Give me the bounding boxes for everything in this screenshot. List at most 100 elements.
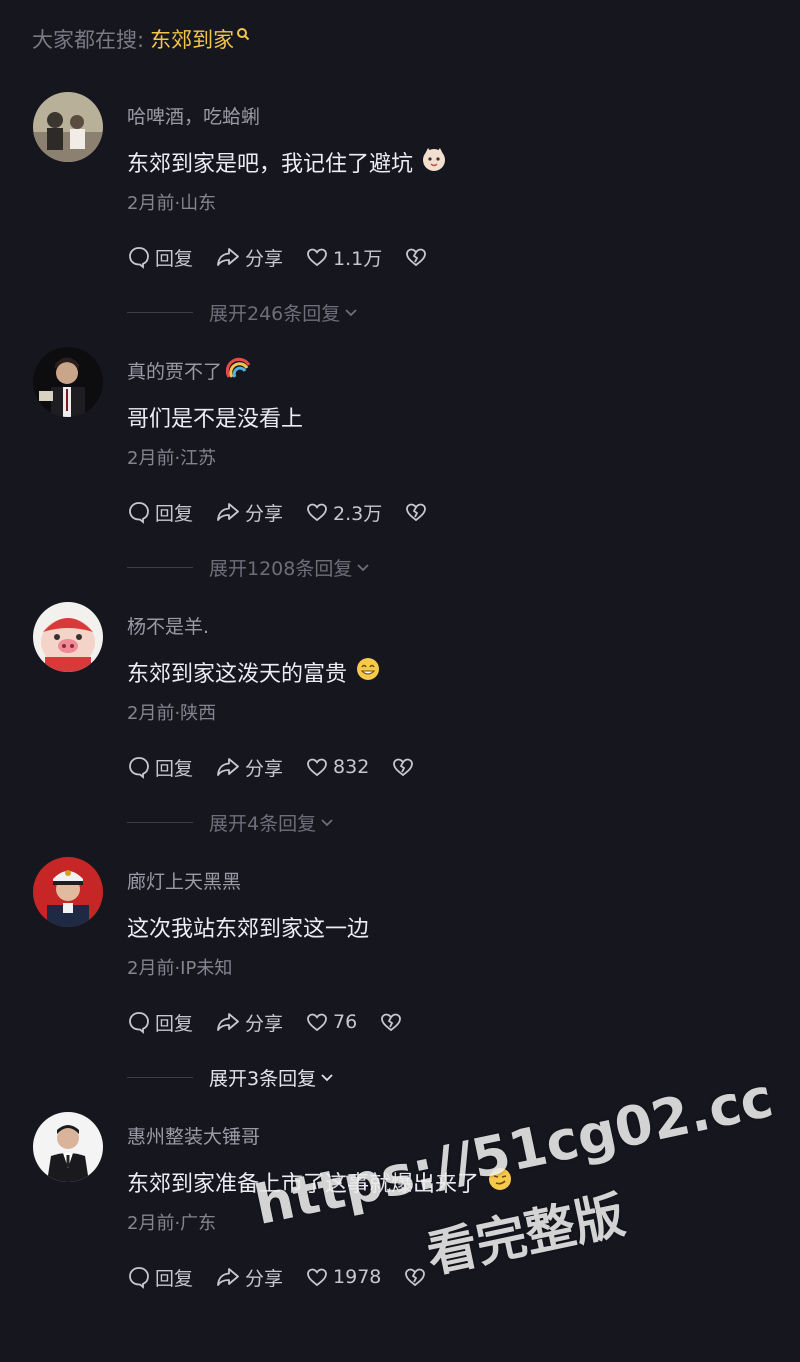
share-button[interactable]: 分享 bbox=[215, 1264, 283, 1291]
reply-button[interactable]: 回复 bbox=[127, 1264, 193, 1291]
broken-heart-icon bbox=[406, 248, 427, 267]
broken-heart-icon bbox=[381, 1013, 402, 1032]
comment-item: 哈啤酒，吃蛤蜊 东郊到家是吧，我记住了避坑 2月前·山东 回复 分享 1.1万 … bbox=[0, 92, 800, 342]
reply-button[interactable]: 回复 bbox=[127, 1009, 193, 1036]
expand-replies-button[interactable]: 展开1208条回复 bbox=[127, 553, 370, 581]
expand-replies-button[interactable]: 展开246条回复 bbox=[127, 298, 358, 326]
heart-icon bbox=[307, 1268, 327, 1287]
broken-heart-icon bbox=[406, 503, 427, 522]
share-icon bbox=[217, 1268, 239, 1286]
comment-actions: 回复 分享 76 bbox=[127, 1005, 429, 1039]
share-button[interactable]: 分享 bbox=[215, 1009, 283, 1036]
reply-button[interactable]: 回复 bbox=[127, 244, 193, 271]
share-icon bbox=[217, 1013, 239, 1031]
comment-meta: 2月前·陕西 bbox=[127, 703, 217, 724]
chevron-down-icon bbox=[357, 564, 369, 572]
like-button[interactable]: 76 bbox=[305, 1010, 357, 1034]
chevron-down-icon bbox=[321, 1074, 333, 1082]
comment-text-body: 这次我站东郊到家这一边 bbox=[127, 917, 370, 942]
comment-item: 杨不是羊. 东郊到家这泼天的富贵 2月前·陕西 回复 分享 832 展开4条回复 bbox=[0, 602, 800, 852]
reply-button[interactable]: 回复 bbox=[127, 499, 193, 526]
dislike-button[interactable] bbox=[404, 500, 432, 524]
avatar[interactable] bbox=[33, 1112, 103, 1182]
comment-meta: 2月前·广东 bbox=[127, 1213, 217, 1234]
share-icon bbox=[217, 758, 239, 776]
share-icon bbox=[217, 248, 239, 266]
comment-actions: 回复 分享 1.1万 bbox=[127, 240, 454, 274]
rainbow-emoji bbox=[225, 357, 252, 384]
dislike-button[interactable] bbox=[403, 1265, 431, 1289]
comment-item: 真的贾不了 哥们是不是没看上 2月前·江苏 回复 分享 2.3万 展开1208条… bbox=[0, 347, 800, 597]
heart-icon bbox=[307, 1013, 327, 1032]
search-hint-prefix: 大家都在搜: bbox=[32, 28, 145, 52]
share-label: 分享 bbox=[245, 502, 284, 525]
comment-username[interactable]: 杨不是羊. bbox=[127, 612, 209, 639]
expand-label: 展开246条回复 bbox=[209, 302, 341, 325]
like-button[interactable]: 832 bbox=[305, 755, 369, 779]
comment-item: 廊灯上天黑黑 这次我站东郊到家这一边 2月前·IP未知 回复 分享 76 展开3… bbox=[0, 857, 800, 1107]
expand-label: 展开4条回复 bbox=[209, 812, 317, 835]
comment-meta: 2月前·IP未知 bbox=[127, 958, 233, 979]
comment-username[interactable]: 惠州整装大锤哥 bbox=[127, 1122, 260, 1149]
reply-icon bbox=[129, 1012, 149, 1034]
comment-text: 东郊到家是吧，我记住了避坑 bbox=[127, 146, 447, 178]
divider bbox=[127, 821, 193, 823]
dislike-button[interactable] bbox=[391, 755, 419, 779]
comment-text-body: 东郊到家这泼天的富贵 bbox=[127, 662, 348, 687]
reply-label: 回复 bbox=[155, 1012, 194, 1035]
like-button[interactable]: 1.1万 bbox=[305, 244, 382, 271]
like-count: 832 bbox=[333, 756, 370, 778]
search-hint[interactable]: 大家都在搜: 东郊到家 bbox=[32, 22, 250, 56]
heart-icon bbox=[307, 248, 327, 267]
expand-label: 展开3条回复 bbox=[209, 1067, 317, 1090]
username-text: 真的贾不了 bbox=[127, 361, 223, 383]
share-icon bbox=[217, 503, 239, 521]
avatar[interactable] bbox=[33, 92, 103, 162]
heart-icon bbox=[307, 758, 327, 777]
reply-icon bbox=[129, 757, 149, 779]
comment-text-body: 哥们是不是没看上 bbox=[127, 407, 304, 432]
like-count: 76 bbox=[333, 1011, 358, 1033]
like-button[interactable]: 1978 bbox=[305, 1265, 381, 1289]
share-label: 分享 bbox=[245, 757, 284, 780]
divider bbox=[127, 311, 193, 313]
share-label: 分享 bbox=[245, 1012, 284, 1035]
divider bbox=[127, 566, 193, 568]
comment-username[interactable]: 真的贾不了 bbox=[127, 357, 252, 384]
comment-actions: 回复 分享 1978 bbox=[127, 1260, 453, 1294]
share-button[interactable]: 分享 bbox=[215, 244, 283, 271]
reply-icon bbox=[129, 1267, 149, 1289]
comment-actions: 回复 分享 832 bbox=[127, 750, 441, 784]
heart-icon bbox=[307, 503, 327, 522]
comment-text-body: 东郊到家是吧，我记住了避坑 bbox=[127, 152, 414, 177]
reply-label: 回复 bbox=[155, 757, 194, 780]
expand-replies-button[interactable]: 展开4条回复 bbox=[127, 808, 334, 836]
avatar[interactable] bbox=[33, 602, 103, 672]
comment-username[interactable]: 廊灯上天黑黑 bbox=[127, 867, 241, 894]
search-keyword[interactable]: 东郊到家 bbox=[150, 24, 234, 54]
cat-face-emoji bbox=[421, 146, 447, 178]
expand-replies-button[interactable]: 展开3条回复 bbox=[127, 1063, 334, 1091]
reply-button[interactable]: 回复 bbox=[127, 754, 193, 781]
dislike-button[interactable] bbox=[404, 245, 432, 269]
avatar[interactable] bbox=[33, 857, 103, 927]
like-button[interactable]: 2.3万 bbox=[305, 499, 382, 526]
grin-emoji bbox=[355, 656, 381, 688]
chevron-down-icon bbox=[345, 309, 357, 317]
broken-heart-icon bbox=[393, 758, 414, 777]
reply-label: 回复 bbox=[155, 502, 194, 525]
comment-actions: 回复 分享 2.3万 bbox=[127, 495, 454, 529]
share-button[interactable]: 分享 bbox=[215, 754, 283, 781]
comment-meta: 2月前·山东 bbox=[127, 193, 217, 214]
comment-meta: 2月前·江苏 bbox=[127, 448, 217, 469]
expand-label: 展开1208条回复 bbox=[209, 557, 353, 580]
comment-text: 哥们是不是没看上 bbox=[127, 401, 303, 433]
chevron-down-icon bbox=[321, 819, 333, 827]
search-icon[interactable] bbox=[236, 22, 250, 46]
share-button[interactable]: 分享 bbox=[215, 499, 283, 526]
dislike-button[interactable] bbox=[379, 1010, 407, 1034]
comment-username[interactable]: 哈啤酒，吃蛤蜊 bbox=[127, 102, 260, 129]
like-count: 1978 bbox=[333, 1266, 382, 1288]
avatar[interactable] bbox=[33, 347, 103, 417]
comment-text: 东郊到家这泼天的富贵 bbox=[127, 656, 381, 688]
